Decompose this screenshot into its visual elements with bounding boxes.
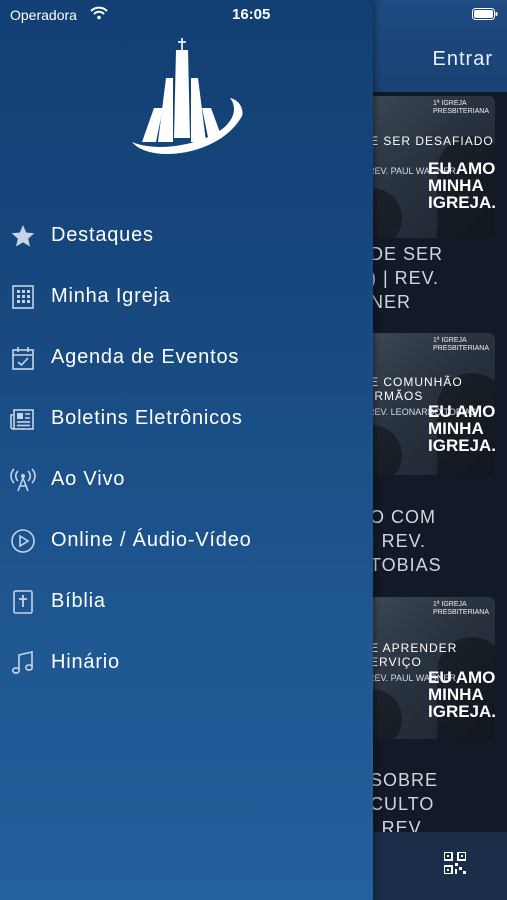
calendar-icon — [12, 347, 34, 370]
sermon-card[interactable]: 1ª IGREJA PRESBITERIANA E APRENDER ERVIÇO … — [352, 597, 495, 739]
battery-icon — [472, 8, 498, 20]
bottom-bar — [372, 832, 507, 900]
music-note-icon — [11, 650, 34, 674]
menu-item-label: Minha Igreja — [51, 285, 171, 307]
card-caption[interactable]: O COM | REV. TOBIAS — [370, 505, 442, 577]
login-button[interactable]: Entrar — [433, 48, 493, 71]
play-circle-icon — [11, 529, 35, 553]
card-title: E APRENDER ERVIÇO — [370, 641, 458, 669]
card-title: E COMUNHÃO IRMÃOS — [370, 375, 463, 403]
menu-item-ao-vivo[interactable]: Ao Vivo — [0, 460, 373, 500]
carrier-label: Operadora — [10, 7, 77, 23]
menu-item-label: Hinário — [51, 651, 120, 673]
card-slogan: EU AMO MINHA IGREJA. — [428, 159, 495, 212]
card-slogan: EU AMO MINHA IGREJA. — [428, 402, 495, 455]
menu-item-boletins[interactable]: Boletins Eletrônicos — [0, 399, 373, 439]
wifi-icon — [90, 6, 108, 20]
church-brand: 1ª IGREJA PRESBITERIANA — [432, 100, 489, 115]
menu-item-hinario[interactable]: Hinário — [0, 643, 373, 683]
card-caption[interactable]: DE SER ) | REV. NER — [370, 242, 443, 314]
building-icon — [12, 285, 34, 309]
menu-item-minha-igreja[interactable]: Minha Igreja — [0, 277, 373, 317]
status-time: 16:05 — [232, 6, 271, 23]
sermon-card[interactable]: 1ª IGREJA PRESBITERIANA E COMUNHÃO IRMÃOS … — [352, 333, 495, 475]
menu-item-online[interactable]: Online / Áudio-Vídeo — [0, 521, 373, 561]
card-title: E SER DESAFIADO — [370, 134, 494, 148]
sermon-card[interactable]: 1ª IGREJA PRESBITERIANA E SER DESAFIADO R… — [352, 96, 495, 238]
menu-item-label: Ao Vivo — [51, 468, 126, 490]
menu-item-label: Agenda de Eventos — [51, 346, 240, 368]
menu-item-label: Destaques — [51, 224, 154, 246]
status-bar: Operadora 16:05 — [0, 0, 507, 28]
menu-item-label: Bíblia — [51, 590, 106, 612]
menu-item-agenda[interactable]: Agenda de Eventos — [0, 338, 373, 378]
menu-item-label: Online / Áudio-Vídeo — [51, 529, 252, 551]
menu-item-destaques[interactable]: Destaques — [0, 216, 373, 256]
card-caption[interactable]: SOBRE CULTO | REV. — [370, 768, 438, 840]
newspaper-icon — [10, 409, 34, 430]
qr-code-icon[interactable] — [444, 852, 466, 874]
bible-icon — [13, 590, 33, 614]
card-slogan: EU AMO MINHA IGREJA. — [428, 668, 495, 721]
church-logo-icon — [132, 38, 243, 155]
menu-item-label: Boletins Eletrônicos — [51, 407, 243, 429]
star-icon — [11, 225, 35, 247]
church-brand: 1ª IGREJA PRESBITERIANA — [432, 337, 489, 352]
broadcast-icon — [10, 468, 36, 492]
church-brand: 1ª IGREJA PRESBITERIANA — [432, 601, 489, 616]
side-drawer: Destaques Minha Igreja Agenda de Eventos — [0, 0, 373, 900]
menu-item-biblia[interactable]: Bíblia — [0, 582, 373, 622]
